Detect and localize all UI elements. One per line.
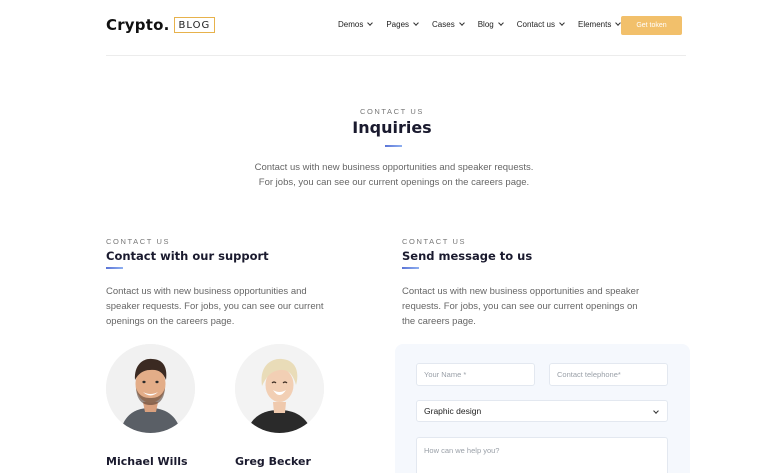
person-name: Michael Wills bbox=[106, 455, 188, 468]
logo-badge: BLOG bbox=[173, 17, 216, 33]
hero-eyebrow: CONTACT US bbox=[359, 107, 425, 116]
site-header: Crypto. BLOG Demos Pages Cases Blog Cont… bbox=[0, 0, 784, 56]
chevron-down-icon bbox=[497, 20, 504, 26]
message-textarea[interactable] bbox=[416, 437, 668, 473]
chevron-down-icon bbox=[559, 20, 565, 26]
name-input[interactable] bbox=[416, 363, 535, 386]
man-portrait-icon bbox=[106, 344, 195, 433]
support-title: Contact with our support bbox=[106, 249, 269, 263]
support-eyebrow: CONTACT US bbox=[106, 237, 171, 246]
support-description: Contact us with new business opportuniti… bbox=[106, 286, 324, 327]
avatar-greg-becker bbox=[235, 344, 324, 433]
page-title: Inquiries bbox=[352, 118, 432, 137]
nav-item-blog[interactable]: Blog bbox=[477, 20, 504, 29]
nav-label: Cases bbox=[432, 20, 455, 29]
support-underline bbox=[106, 267, 123, 269]
topic-select-value: Graphic design bbox=[424, 406, 482, 416]
get-token-button[interactable]: Get token bbox=[621, 16, 682, 35]
nav-label: Pages bbox=[386, 20, 410, 29]
title-underline bbox=[385, 145, 402, 147]
nav-label: Blog bbox=[477, 20, 494, 29]
topic-select[interactable]: Graphic design bbox=[416, 400, 668, 422]
nav-label: Elements bbox=[577, 20, 612, 29]
nav-item-pages[interactable]: Pages bbox=[386, 20, 419, 29]
hero-description: Contact us with new business opportuniti… bbox=[254, 162, 534, 188]
logo-text: Crypto. bbox=[106, 16, 170, 34]
header-divider bbox=[106, 55, 686, 56]
woman-portrait-icon bbox=[235, 344, 324, 433]
message-title: Send message to us bbox=[402, 249, 533, 263]
chevron-down-icon bbox=[367, 20, 374, 26]
site-logo[interactable]: Crypto. BLOG bbox=[106, 16, 216, 34]
main-nav: Demos Pages Cases Blog Contact us Elemen… bbox=[338, 20, 634, 29]
message-eyebrow: CONTACT US bbox=[402, 237, 467, 246]
nav-item-elements[interactable]: Elements bbox=[577, 20, 622, 29]
nav-item-contact-us[interactable]: Contact us bbox=[516, 20, 565, 29]
chevron-down-icon bbox=[413, 20, 419, 26]
nav-label: Demos bbox=[338, 20, 364, 29]
message-underline bbox=[402, 267, 419, 269]
chevron-down-icon bbox=[653, 408, 659, 414]
nav-item-cases[interactable]: Cases bbox=[432, 20, 465, 29]
nav-label: Contact us bbox=[516, 20, 555, 29]
nav-item-demos[interactable]: Demos bbox=[338, 20, 374, 29]
telephone-input[interactable] bbox=[549, 363, 668, 386]
chevron-down-icon bbox=[458, 20, 465, 26]
person-name: Greg Becker bbox=[235, 455, 311, 468]
avatar-michael-wills bbox=[106, 344, 195, 433]
message-description: Contact us with new business opportuniti… bbox=[402, 286, 640, 327]
